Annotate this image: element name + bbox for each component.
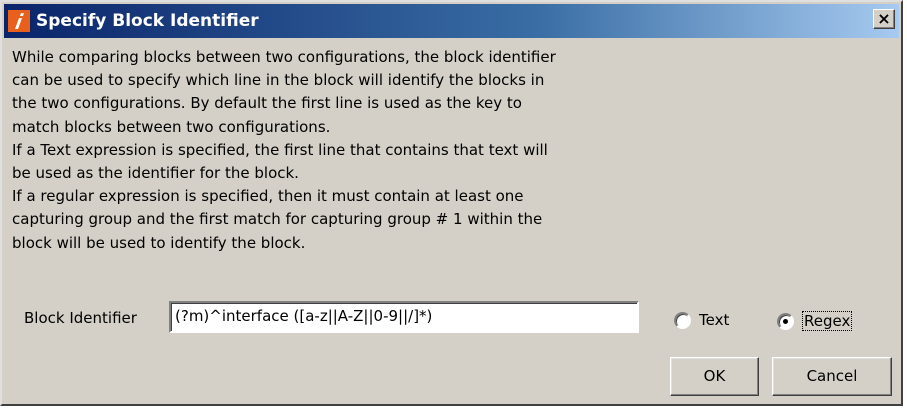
description-line: capturing group and the first match for … xyxy=(12,210,543,229)
app-icon xyxy=(8,10,30,32)
dialog-title: Specify Block Identifier xyxy=(36,11,259,31)
cancel-button[interactable]: Cancel xyxy=(772,357,892,396)
specify-block-identifier-dialog: Specify Block Identifier × While compari… xyxy=(0,0,903,406)
description-line: can be used to specify which line in the… xyxy=(12,71,545,90)
description-line: If a regular expression is specified, th… xyxy=(12,187,524,206)
regex-radio-option[interactable]: Regex xyxy=(777,311,853,331)
description-line: be used as the identifier for the block. xyxy=(12,164,299,183)
text-radio-option[interactable]: Text xyxy=(674,311,729,329)
close-button[interactable]: × xyxy=(873,9,895,29)
block-identifier-label: Block Identifier xyxy=(24,309,137,327)
block-identifier-input[interactable]: (?m)^interface ([a-z||A-Z||0-9||/]*) xyxy=(169,301,639,333)
description-line: block will be used to identify the block… xyxy=(12,233,306,252)
description-text: While comparing blocks between two confi… xyxy=(12,46,692,255)
text-radio-label: Text xyxy=(699,311,730,329)
description-line: match blocks between two configurations. xyxy=(12,117,331,136)
regex-radio-button[interactable] xyxy=(777,312,794,330)
title-bar[interactable]: Specify Block Identifier × xyxy=(4,4,899,38)
ok-button[interactable]: OK xyxy=(670,357,759,396)
description-line: While comparing blocks between two confi… xyxy=(12,48,556,66)
radio-selected-dot xyxy=(783,318,788,324)
description-line: the two configurations. By default the f… xyxy=(12,94,522,113)
regex-radio-label: Regex xyxy=(802,311,853,331)
text-radio-button[interactable] xyxy=(674,311,691,329)
description-line: If a Text expression is specified, the f… xyxy=(12,140,548,159)
